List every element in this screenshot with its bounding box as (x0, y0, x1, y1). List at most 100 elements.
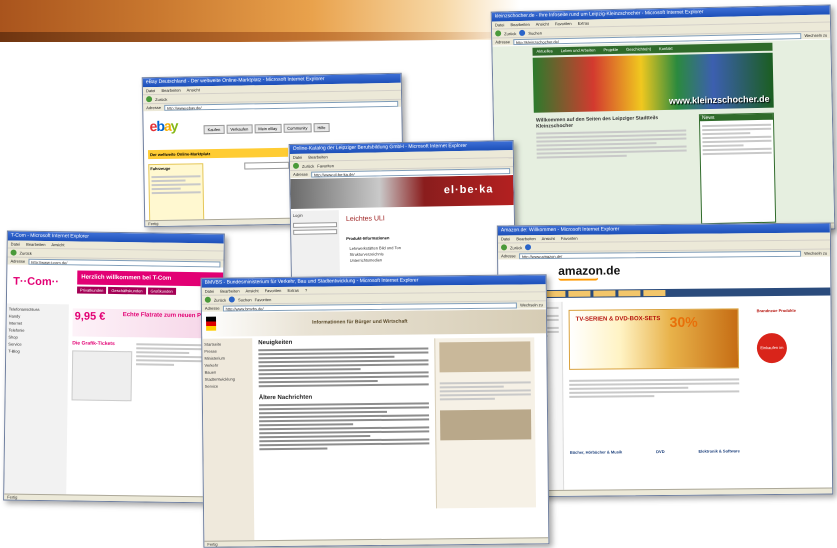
left-nav: Startseite Presse Ministerium Verkehr Ba… (202, 338, 255, 541)
tab-community[interactable]: Community (283, 123, 312, 133)
search-icon[interactable] (525, 244, 532, 251)
favorites-button[interactable]: Favoriten (317, 163, 334, 168)
menu-datei[interactable]: Datei (205, 289, 214, 294)
news-lines (700, 120, 774, 160)
news-column: Neuigkeiten Ältere Nachrichten (258, 338, 430, 452)
promo-title: Echte Flatrate zum neuen Preis (122, 312, 212, 320)
news-box: News (698, 112, 777, 225)
menu-bearbeiten[interactable]: Bearbeiten (516, 236, 535, 241)
menu-help[interactable]: ? (305, 288, 307, 293)
tcom-sidebar: Telefonanschluss Handy Internet Telefoni… (4, 303, 69, 495)
back-button[interactable]: Zurück (155, 96, 167, 101)
category-tab[interactable] (568, 290, 591, 297)
search-field[interactable] (244, 161, 290, 170)
nav-aktuelles[interactable]: Aktuelles (536, 47, 552, 55)
category-tab[interactable] (593, 290, 616, 297)
tab-hilfe[interactable]: Hilfe (313, 123, 330, 133)
nav-kontakt[interactable]: Kontakt (659, 45, 673, 53)
password-input[interactable] (293, 229, 338, 235)
teaser-image[interactable] (439, 341, 531, 373)
header-image: www.kleinzschocher.de (532, 52, 774, 113)
back-icon[interactable] (500, 244, 508, 251)
go-button[interactable]: Wechseln zu (804, 251, 827, 256)
back-icon[interactable] (495, 30, 502, 37)
favorites-button[interactable]: Favoriten (255, 297, 272, 302)
address-label: Adresse (146, 104, 161, 111)
back-icon[interactable] (292, 162, 300, 169)
menu-ansicht[interactable]: Ansicht (536, 21, 549, 26)
category-tab[interactable] (618, 290, 641, 297)
menu-extras[interactable]: Extras (287, 288, 298, 293)
tab-kaufen[interactable]: Kaufen (203, 124, 225, 135)
menu-privatkunden[interactable]: Privatkunden (77, 286, 107, 294)
menu-datei[interactable]: Datei (495, 22, 504, 27)
nav-list: Startseite Presse Ministerium Verkehr Ba… (204, 340, 251, 389)
site-name: www.kleinzschocher.de (668, 93, 770, 106)
search-icon[interactable] (229, 296, 236, 303)
promo-percent: 30% (669, 313, 698, 330)
menu-bearbeiten[interactable]: Bearbeiten (510, 22, 529, 27)
back-button[interactable]: Zurück (20, 250, 32, 255)
menu-datei[interactable]: Datei (293, 155, 302, 160)
news-heading: Neuigkeiten (258, 339, 293, 347)
menu-datei[interactable]: Datei (146, 88, 155, 93)
sidebar-item[interactable]: T-Blog (8, 348, 66, 356)
promo-box[interactable]: 9,95 € Echte Flatrate zum neuen Preis (72, 308, 213, 339)
teaser-image[interactable] (439, 409, 532, 441)
page-content: Aktuelles Leben und Arbeiten Projekte Ge… (492, 39, 835, 230)
tab-verkaufen[interactable]: Verkaufen (226, 124, 253, 134)
tab-mein-ebay[interactable]: Mein eBay (254, 123, 282, 134)
teaser-lines (436, 375, 535, 406)
window-ministerium: BMVBS - Bundesministerium für Verkehr, B… (200, 274, 550, 548)
menu-ansicht[interactable]: Ansicht (51, 242, 64, 247)
category-books[interactable]: Bücher, Hörbücher & Musik (570, 449, 623, 454)
menu-favoriten[interactable]: Favoriten (555, 21, 572, 26)
go-button[interactable]: Wechseln zu (520, 302, 543, 307)
section-heading: Produkt-Informationen (346, 235, 390, 241)
menu-ansicht[interactable]: Ansicht (542, 236, 555, 241)
nav-geschichte[interactable]: Geschichte(n) (626, 45, 651, 54)
list-item[interactable]: Unterrichtsmedien (350, 257, 402, 264)
search-button[interactable]: Suchen (238, 297, 252, 302)
menu-datei[interactable]: Datei (501, 236, 510, 241)
menu-bearbeiten[interactable]: Bearbeiten (308, 154, 327, 159)
category-dvd[interactable]: DVD (656, 449, 664, 454)
menu-bearbeiten[interactable]: Bearbeiten (26, 242, 45, 247)
menu-geschaeftskunden[interactable]: Geschäftskunden (108, 286, 146, 295)
menu-datei[interactable]: Datei (11, 242, 20, 247)
search-icon[interactable] (519, 29, 526, 36)
menu-grosskunden[interactable]: Großkunden (147, 287, 176, 295)
menu-bearbeiten[interactable]: Bearbeiten (220, 288, 239, 293)
nav-leben[interactable]: Leben und Arbeiten (561, 46, 596, 55)
menu-ansicht[interactable]: Ansicht (187, 87, 200, 92)
nav-item[interactable]: Service (205, 382, 251, 389)
category-tab[interactable] (643, 289, 666, 297)
back-button[interactable]: Zurück (504, 31, 516, 36)
sidebar-list: Telefonanschluss Handy Internet Telefoni… (8, 306, 67, 356)
tcom-header: T··Com·· Herzlich willkommen bei T-Com P… (6, 265, 224, 305)
menu-ansicht[interactable]: Ansicht (245, 288, 258, 293)
nav-projekte[interactable]: Projekte (603, 46, 618, 54)
right-column (434, 337, 537, 509)
menu-extras[interactable]: Extras (578, 21, 589, 26)
menu-favoriten[interactable]: Favoriten (561, 236, 578, 241)
menu-bearbeiten[interactable]: Bearbeiten (161, 88, 180, 93)
back-icon[interactable] (146, 96, 153, 103)
go-button[interactable]: Wechseln zu (804, 33, 827, 38)
featured-lines (569, 378, 740, 398)
amazon-smile-icon (558, 277, 599, 281)
promo-banner[interactable]: TV-SERIEN & DVD-BOX-SETS 30% (568, 308, 740, 370)
back-button[interactable]: Zurück (302, 163, 314, 168)
back-button[interactable]: Zurück (510, 245, 522, 250)
header-banner: Informationen für Bürger und Wirtschaft (201, 309, 547, 337)
category-electronics[interactable]: Elektronik & Software (698, 448, 739, 453)
back-icon[interactable] (204, 296, 211, 303)
search-button[interactable]: Suchen (528, 30, 542, 35)
back-button[interactable]: Zurück (214, 297, 226, 302)
deals-badge[interactable]: Einkaufen im Überblick (756, 332, 788, 380)
menu-favoriten[interactable]: Favoriten (265, 288, 282, 293)
back-icon[interactable] (10, 249, 17, 256)
welcome-text: Willkommen auf den Seiten des Leipziger … (535, 115, 659, 130)
username-input[interactable] (292, 222, 338, 228)
product-image (71, 350, 133, 402)
